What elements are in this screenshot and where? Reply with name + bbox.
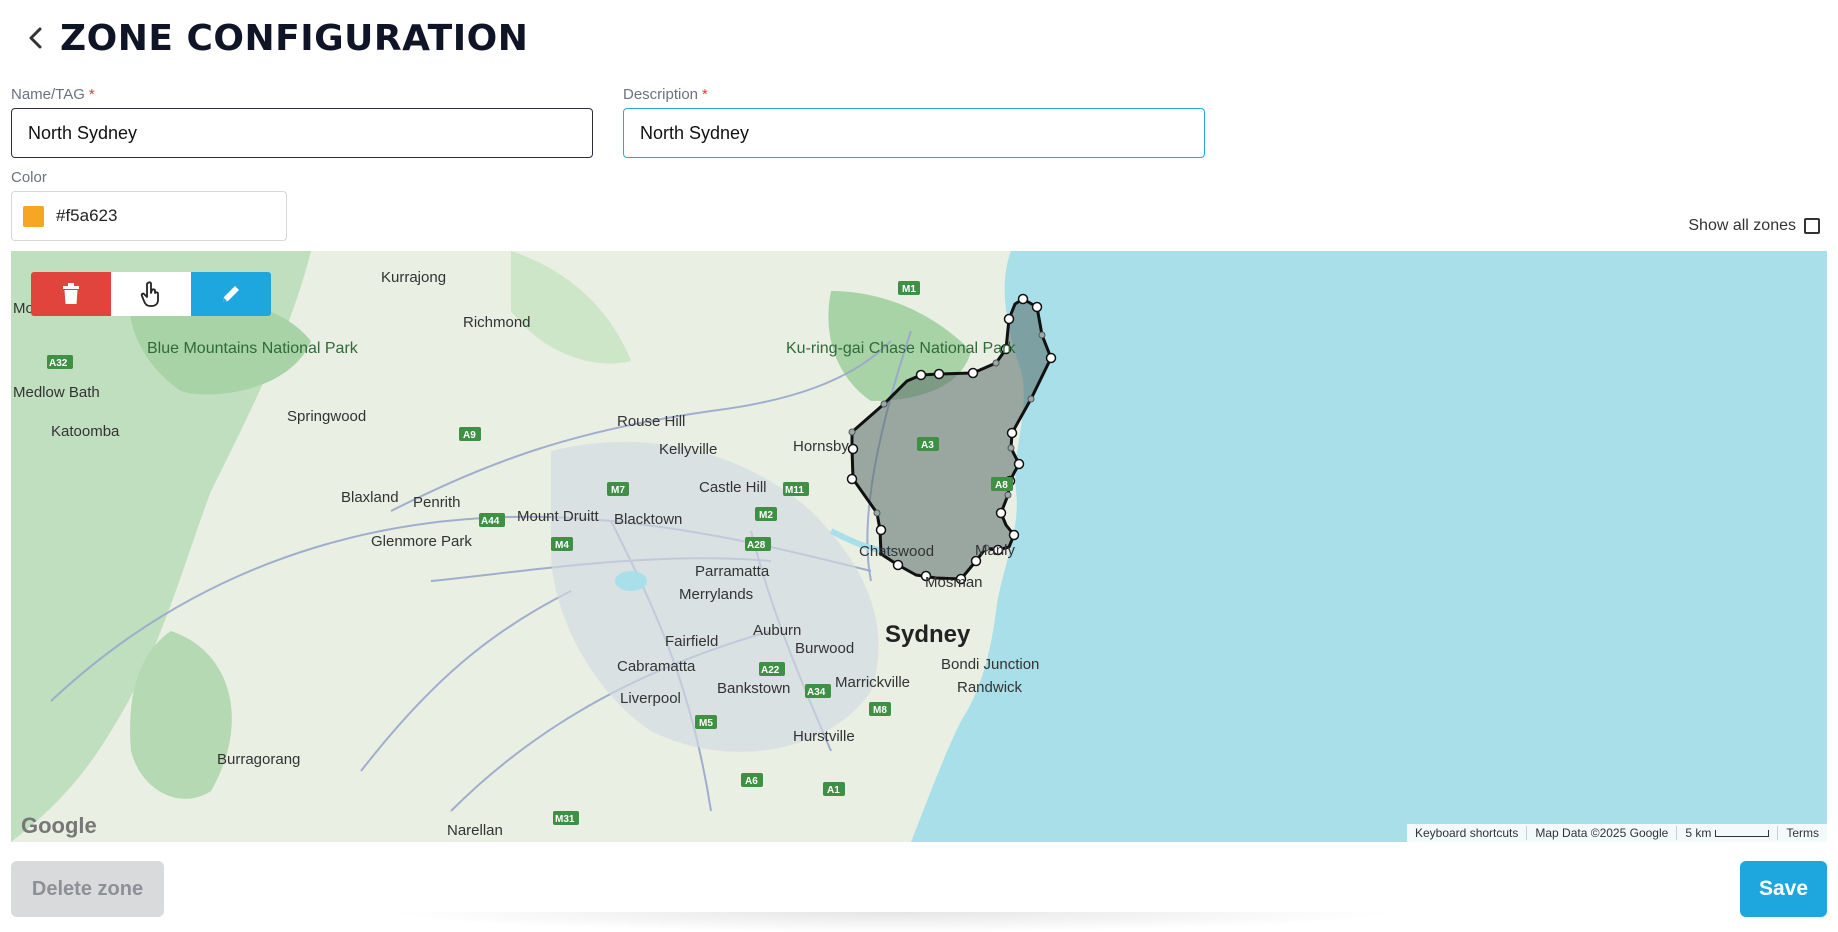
page-header: ZONE CONFIGURATION <box>20 14 528 62</box>
map-scale-label: 5 km <box>1685 826 1712 840</box>
map-label-marrickville: Marrickville <box>835 674 910 691</box>
road-label-m31: M31 <box>555 814 575 825</box>
map-label-kellyville: Kellyville <box>659 441 717 458</box>
name-label: Name/TAG <box>11 86 85 103</box>
pan-tool-button[interactable] <box>111 272 191 316</box>
chevron-left-icon <box>29 27 42 49</box>
description-field-label: Description * <box>623 86 708 106</box>
map-label-glenmore-park: Glenmore Park <box>371 533 472 550</box>
description-input[interactable] <box>623 108 1205 158</box>
map-label-mosman: Mosman <box>925 574 983 591</box>
map-label-blue-mountains: Blue Mountains National Park <box>147 340 359 357</box>
map-label-cabramatta: Cabramatta <box>617 658 696 675</box>
map-label-parramatta: Parramatta <box>695 563 770 580</box>
map-label-auburn: Auburn <box>753 622 801 639</box>
road-label-a34: A34 <box>807 687 826 698</box>
map-label-richmond: Richmond <box>463 314 531 331</box>
color-picker[interactable]: #f5a623 <box>11 191 287 241</box>
map-graphic: Kurrajong Mount Victoria Blue Mountains … <box>11 251 1057 842</box>
required-mark: * <box>88 86 95 103</box>
road-label-m8: M8 <box>873 705 887 716</box>
road-label-a9: A9 <box>463 430 476 441</box>
delete-zone-button[interactable]: Delete zone <box>11 861 164 917</box>
map-label-manly: Manly <box>975 542 1016 559</box>
map-label-chatswood: Chatswood <box>859 543 934 560</box>
road-label-m1: M1 <box>902 284 916 295</box>
delete-shape-button[interactable] <box>31 272 111 316</box>
map-label-fairfield: Fairfield <box>665 633 718 650</box>
pencil-icon <box>223 286 239 302</box>
map-label-bondi-junction: Bondi Junction <box>941 656 1039 673</box>
map-label-medlow-bath: Medlow Bath <box>13 384 100 401</box>
page-title: ZONE CONFIGURATION <box>60 17 529 59</box>
save-button[interactable]: Save <box>1740 861 1827 917</box>
map-label-penrith: Penrith <box>413 494 461 511</box>
map-label-burragorang: Burragorang <box>217 751 300 768</box>
map-canvas[interactable]: Kurrajong Mount Victoria Blue Mountains … <box>11 251 1827 842</box>
map-label-bankstown: Bankstown <box>717 680 790 697</box>
map-label-hurstville: Hurstville <box>793 728 855 745</box>
road-label-m11: M11 <box>785 485 804 496</box>
map-label-liverpool: Liverpool <box>620 690 681 707</box>
name-input[interactable] <box>11 108 593 158</box>
edit-shape-button[interactable] <box>191 272 271 316</box>
map-label-rouse-hill: Rouse Hill <box>617 413 685 430</box>
trash-icon <box>63 283 79 304</box>
keyboard-shortcuts-link[interactable]: Keyboard shortcuts <box>1407 826 1526 840</box>
map-label-hornsby: Hornsby <box>793 438 849 455</box>
map-label-blaxland: Blaxland <box>341 489 399 506</box>
map-data-text: Map Data ©2025 Google <box>1526 826 1676 840</box>
map-label-sydney: Sydney <box>885 621 971 648</box>
name-field-label: Name/TAG * <box>11 86 95 106</box>
road-label-m4: M4 <box>555 540 569 551</box>
road-label-a3: A3 <box>921 440 934 451</box>
road-label-a8: A8 <box>995 480 1008 491</box>
show-all-zones-label: Show all zones <box>1688 217 1796 234</box>
map-label-ku-ring-gai: Ku-ring-gai Chase National Park <box>786 340 1016 357</box>
google-logo: Google <box>21 813 97 838</box>
road-label-a32: A32 <box>49 358 68 369</box>
show-all-zones-checkbox[interactable] <box>1804 218 1820 234</box>
bottom-shadow <box>380 912 1400 932</box>
color-label: Color <box>11 169 47 186</box>
terms-link[interactable]: Terms <box>1777 826 1827 840</box>
map-label-springwood: Springwood <box>287 408 366 425</box>
map-label-katoomba: Katoomba <box>51 423 120 440</box>
map-label-blacktown: Blacktown <box>614 511 682 528</box>
map-scale[interactable]: 5 km <box>1676 826 1777 840</box>
back-button[interactable] <box>20 22 52 54</box>
show-all-zones-toggle[interactable]: Show all zones <box>1688 217 1820 235</box>
scale-bar-icon <box>1715 830 1770 838</box>
road-label-m5: M5 <box>699 718 713 729</box>
hand-pointer-icon <box>140 281 159 307</box>
map-label-merrylands: Merrylands <box>679 586 753 603</box>
road-label-a28: A28 <box>747 540 766 551</box>
road-label-a6: A6 <box>745 776 758 787</box>
color-field-label: Color <box>11 169 47 189</box>
map-label-kurrajong: Kurrajong <box>381 269 446 286</box>
description-label: Description <box>623 86 699 103</box>
road-label-a22: A22 <box>761 665 780 676</box>
color-value: #f5a623 <box>56 206 118 225</box>
road-label-m2: M2 <box>759 510 773 521</box>
required-mark: * <box>702 86 708 103</box>
map-label-burwood: Burwood <box>795 640 854 657</box>
road-label-m7: M7 <box>611 485 625 496</box>
road-label-a44: A44 <box>481 516 500 527</box>
map-label-randwick: Randwick <box>957 679 1023 696</box>
road-label-a1: A1 <box>827 785 840 796</box>
map-label-narellan: Narellan <box>447 822 503 839</box>
color-swatch[interactable] <box>23 205 44 227</box>
map-label-castle-hill: Castle Hill <box>699 479 767 496</box>
map-attribution: Keyboard shortcuts Map Data ©2025 Google… <box>1406 824 1827 842</box>
map-label-mount-druitt: Mount Druitt <box>517 508 600 525</box>
